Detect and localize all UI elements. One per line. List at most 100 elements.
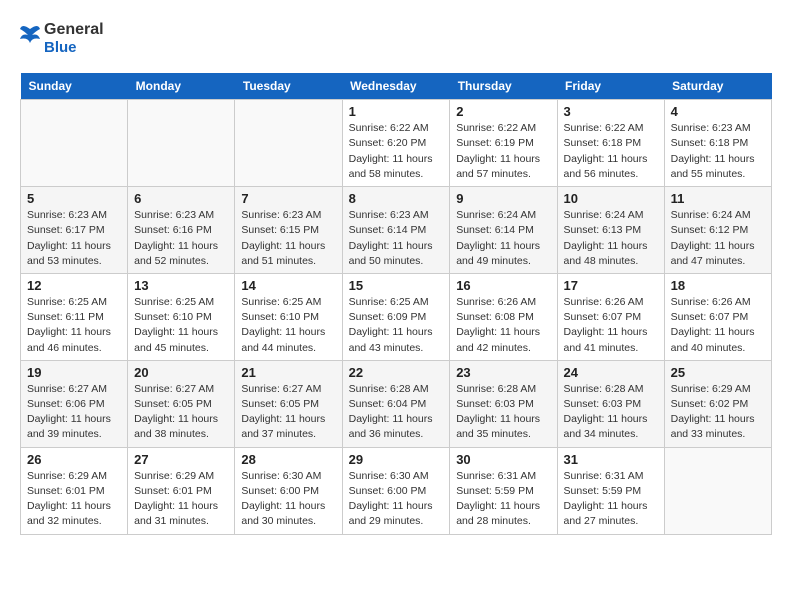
day-info: Sunrise: 6:31 AM Sunset: 5:59 PM Dayligh… <box>564 469 658 530</box>
calendar-week-4: 19Sunrise: 6:27 AM Sunset: 6:06 PM Dayli… <box>21 360 772 447</box>
day-number: 14 <box>241 278 335 293</box>
day-number: 15 <box>349 278 444 293</box>
calendar-cell: 21Sunrise: 6:27 AM Sunset: 6:05 PM Dayli… <box>235 360 342 447</box>
day-number: 25 <box>671 365 765 380</box>
day-number: 26 <box>27 452 121 467</box>
calendar-cell <box>21 100 128 187</box>
calendar-cell: 17 Sunrise: 6:26 AM Sunset: 6:07 PM Dayli… <box>557 273 664 360</box>
day-info: Sunrise: 6:28 AM Sunset: 6:04 PM Dayligh… <box>349 382 444 443</box>
weekday-header-thursday: Thursday <box>450 73 557 100</box>
calendar-cell: 5 Sunrise: 6:23 AM Sunset: 6:17 PM Daylig… <box>21 187 128 274</box>
day-number: 16 <box>456 278 550 293</box>
logo-container: General Blue <box>20 20 104 57</box>
day-number: 4 <box>671 104 765 119</box>
calendar-cell: 7Sunrise: 6:23 AM Sunset: 6:15 PM Daylig… <box>235 187 342 274</box>
day-info: Sunrise: 6:22 AM Sunset: 6:19 PM Dayligh… <box>456 121 550 182</box>
day-info: Sunrise: 6:23 AM Sunset: 6:17 PM Dayligh… <box>27 208 121 269</box>
day-number: 3 <box>564 104 658 119</box>
calendar-cell: 11 Sunrise: 6:24 AM Sunset: 6:12 PM Dayli… <box>664 187 771 274</box>
calendar-cell: 14 Sunrise: 6:25 AM Sunset: 6:10 PM Dayli… <box>235 273 342 360</box>
day-info: Sunrise: 6:24 AM Sunset: 6:13 PM Dayligh… <box>564 208 658 269</box>
day-info: Sunrise: 6:28 AM Sunset: 6:03 PM Dayligh… <box>456 382 550 443</box>
day-number: 18 <box>671 278 765 293</box>
day-info: Sunrise: 6:26 AM Sunset: 6:08 PM Dayligh… <box>456 295 550 356</box>
calendar-cell: 2 Sunrise: 6:22 AM Sunset: 6:19 PM Daylig… <box>450 100 557 187</box>
day-info: Sunrise: 6:22 AM Sunset: 6:18 PM Dayligh… <box>564 121 658 182</box>
day-number: 11 <box>671 191 765 206</box>
weekday-header-saturday: Saturday <box>664 73 771 100</box>
calendar-cell: 9Sunrise: 6:24 AM Sunset: 6:14 PM Daylig… <box>450 187 557 274</box>
day-info: Sunrise: 6:28 AM Sunset: 6:03 PM Dayligh… <box>564 382 658 443</box>
day-info: Sunrise: 6:25 AM Sunset: 6:10 PM Dayligh… <box>134 295 228 356</box>
calendar-body: 1 Sunrise: 6:22 AM Sunset: 6:20 PM Daylig… <box>21 100 772 534</box>
calendar-week-3: 12 Sunrise: 6:25 AM Sunset: 6:11 PM Dayli… <box>21 273 772 360</box>
day-info: Sunrise: 6:30 AM Sunset: 6:00 PM Dayligh… <box>349 469 444 530</box>
calendar-cell: 30 Sunrise: 6:31 AM Sunset: 5:59 PM Dayli… <box>450 447 557 534</box>
day-info: Sunrise: 6:29 AM Sunset: 6:01 PM Dayligh… <box>134 469 228 530</box>
page-header: General Blue <box>20 20 772 57</box>
day-number: 24 <box>564 365 658 380</box>
day-info: Sunrise: 6:23 AM Sunset: 6:14 PM Dayligh… <box>349 208 444 269</box>
weekday-header-sunday: Sunday <box>21 73 128 100</box>
day-info: Sunrise: 6:24 AM Sunset: 6:12 PM Dayligh… <box>671 208 765 269</box>
day-info: Sunrise: 6:26 AM Sunset: 6:07 PM Dayligh… <box>564 295 658 356</box>
day-info: Sunrise: 6:27 AM Sunset: 6:05 PM Dayligh… <box>134 382 228 443</box>
calendar-cell: 31 Sunrise: 6:31 AM Sunset: 5:59 PM Dayli… <box>557 447 664 534</box>
calendar-cell: 8 Sunrise: 6:23 AM Sunset: 6:14 PM Daylig… <box>342 187 450 274</box>
calendar-cell: 13 Sunrise: 6:25 AM Sunset: 6:10 PM Dayli… <box>128 273 235 360</box>
weekday-header-row: SundayMondayTuesdayWednesdayThursdayFrid… <box>21 73 772 100</box>
day-number: 17 <box>564 278 658 293</box>
calendar-week-2: 5 Sunrise: 6:23 AM Sunset: 6:17 PM Daylig… <box>21 187 772 274</box>
day-number: 28 <box>241 452 335 467</box>
day-info: Sunrise: 6:25 AM Sunset: 6:09 PM Dayligh… <box>349 295 444 356</box>
day-number: 8 <box>349 191 444 206</box>
calendar-week-5: 26 Sunrise: 6:29 AM Sunset: 6:01 PM Dayli… <box>21 447 772 534</box>
calendar-cell: 29 Sunrise: 6:30 AM Sunset: 6:00 PM Dayli… <box>342 447 450 534</box>
logo-bird-icon <box>20 21 40 57</box>
day-info: Sunrise: 6:25 AM Sunset: 6:10 PM Dayligh… <box>241 295 335 356</box>
calendar-cell: 22Sunrise: 6:28 AM Sunset: 6:04 PM Dayli… <box>342 360 450 447</box>
calendar-cell: 10 Sunrise: 6:24 AM Sunset: 6:13 PM Dayli… <box>557 187 664 274</box>
calendar-week-1: 1 Sunrise: 6:22 AM Sunset: 6:20 PM Daylig… <box>21 100 772 187</box>
day-info: Sunrise: 6:29 AM Sunset: 6:01 PM Dayligh… <box>27 469 121 530</box>
day-number: 23 <box>456 365 550 380</box>
calendar-cell: 28Sunrise: 6:30 AM Sunset: 6:00 PM Dayli… <box>235 447 342 534</box>
logo: General Blue <box>20 20 104 57</box>
day-info: Sunrise: 6:23 AM Sunset: 6:15 PM Dayligh… <box>241 208 335 269</box>
day-number: 9 <box>456 191 550 206</box>
day-number: 13 <box>134 278 228 293</box>
day-info: Sunrise: 6:25 AM Sunset: 6:11 PM Dayligh… <box>27 295 121 356</box>
calendar-cell <box>235 100 342 187</box>
day-number: 27 <box>134 452 228 467</box>
day-info: Sunrise: 6:23 AM Sunset: 6:16 PM Dayligh… <box>134 208 228 269</box>
calendar-cell: 25 Sunrise: 6:29 AM Sunset: 6:02 PM Dayli… <box>664 360 771 447</box>
day-number: 2 <box>456 104 550 119</box>
logo-text-general: General <box>44 20 104 39</box>
calendar-cell <box>664 447 771 534</box>
calendar-cell: 24 Sunrise: 6:28 AM Sunset: 6:03 PM Dayli… <box>557 360 664 447</box>
day-info: Sunrise: 6:29 AM Sunset: 6:02 PM Dayligh… <box>671 382 765 443</box>
day-info: Sunrise: 6:31 AM Sunset: 5:59 PM Dayligh… <box>456 469 550 530</box>
day-number: 12 <box>27 278 121 293</box>
day-info: Sunrise: 6:27 AM Sunset: 6:05 PM Dayligh… <box>241 382 335 443</box>
day-number: 6 <box>134 191 228 206</box>
weekday-header-tuesday: Tuesday <box>235 73 342 100</box>
day-info: Sunrise: 6:22 AM Sunset: 6:20 PM Dayligh… <box>349 121 444 182</box>
day-number: 5 <box>27 191 121 206</box>
calendar-cell: 16 Sunrise: 6:26 AM Sunset: 6:08 PM Dayli… <box>450 273 557 360</box>
day-number: 29 <box>349 452 444 467</box>
calendar-cell: 23 Sunrise: 6:28 AM Sunset: 6:03 PM Dayli… <box>450 360 557 447</box>
day-number: 1 <box>349 104 444 119</box>
weekday-header-monday: Monday <box>128 73 235 100</box>
calendar-cell: 26 Sunrise: 6:29 AM Sunset: 6:01 PM Dayli… <box>21 447 128 534</box>
calendar-cell: 18 Sunrise: 6:26 AM Sunset: 6:07 PM Dayli… <box>664 273 771 360</box>
calendar-cell: 12 Sunrise: 6:25 AM Sunset: 6:11 PM Dayli… <box>21 273 128 360</box>
calendar-cell: 27 Sunrise: 6:29 AM Sunset: 6:01 PM Dayli… <box>128 447 235 534</box>
day-number: 30 <box>456 452 550 467</box>
day-info: Sunrise: 6:27 AM Sunset: 6:06 PM Dayligh… <box>27 382 121 443</box>
day-number: 20 <box>134 365 228 380</box>
day-number: 31 <box>564 452 658 467</box>
calendar-cell <box>128 100 235 187</box>
day-info: Sunrise: 6:26 AM Sunset: 6:07 PM Dayligh… <box>671 295 765 356</box>
day-number: 10 <box>564 191 658 206</box>
